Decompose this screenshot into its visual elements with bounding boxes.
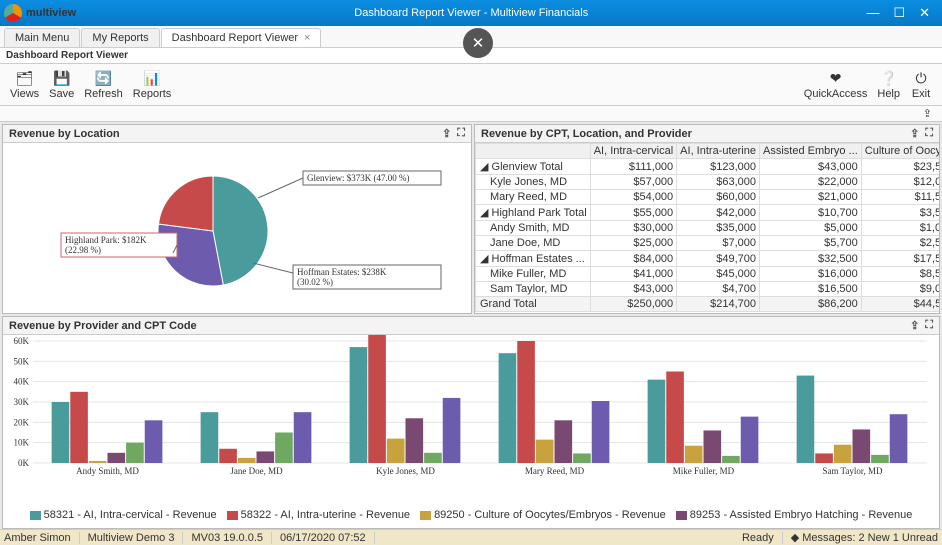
svg-text:(22.98 %): (22.98 %) — [65, 245, 101, 255]
app-logo: multiview — [4, 4, 76, 22]
bar-chart: 0K 10K 20K 30K 40K 50K 60K Andy Smith, MD Jane D… — [3, 335, 939, 528]
svg-text:0K: 0K — [18, 458, 30, 468]
status-messages[interactable]: ◆ Messages: 2 New 1 Unread — [791, 531, 938, 544]
status-ready: Ready — [742, 532, 783, 544]
views-button[interactable]: 🗂Views — [6, 69, 43, 101]
pivot-table[interactable]: AI, Intra-cervicalAI, Intra-uterineAssis… — [475, 143, 939, 313]
svg-text:20K: 20K — [14, 417, 30, 427]
app-name: multiview — [26, 7, 76, 19]
svg-text:Sam Taylor, MD: Sam Taylor, MD — [822, 466, 883, 476]
svg-text:Jane Doe, MD: Jane Doe, MD — [230, 466, 283, 476]
svg-text:50K: 50K — [14, 356, 30, 366]
save-icon: 💾 — [53, 70, 70, 87]
title-bar: multiview Dashboard Report Viewer - Mult… — [0, 0, 942, 26]
svg-text:40K: 40K — [14, 377, 30, 387]
expand-icon[interactable]: ⛶ — [925, 127, 933, 140]
share-row: ⇪ — [0, 106, 942, 122]
heart-icon: ❤ — [830, 70, 842, 87]
help-button[interactable]: ❔Help — [873, 69, 904, 101]
refresh-button[interactable]: 🔄Refresh — [80, 69, 127, 101]
expand-icon[interactable]: ⛶ — [457, 127, 465, 140]
tab-close-icon[interactable]: × — [304, 32, 310, 44]
share-icon[interactable]: ⇪ — [923, 108, 932, 120]
tab-label: Dashboard Report Viewer — [172, 32, 298, 44]
status-bar: Amber Simon Multiview Demo 3 MV03 19.0.0… — [0, 529, 942, 545]
tab-dashboard-report-viewer[interactable]: Dashboard Report Viewer × — [161, 28, 322, 47]
panel-revenue-by-cpt: Revenue by CPT, Location, and Provider ⇪ ⛶… — [474, 124, 940, 314]
status-messages-text: Messages: 2 New 1 Unread — [802, 532, 938, 544]
tab-label: Main Menu — [15, 32, 69, 44]
export-icon[interactable]: ⇪ — [442, 127, 451, 140]
close-button[interactable]: ✕ — [919, 5, 930, 21]
logo-icon — [4, 4, 22, 22]
toolbar-label: Reports — [133, 88, 172, 100]
help-icon: ❔ — [880, 70, 897, 87]
svg-text:30K: 30K — [14, 397, 30, 407]
svg-text:Kyle Jones, MD: Kyle Jones, MD — [376, 466, 435, 476]
refresh-icon: 🔄 — [95, 70, 112, 87]
svg-text:10K: 10K — [14, 438, 30, 448]
toolbar-label: Exit — [912, 88, 930, 100]
export-icon[interactable]: ⇪ — [910, 127, 919, 140]
svg-text:Andy Smith, MD: Andy Smith, MD — [76, 466, 139, 476]
tab-my-reports[interactable]: My Reports — [81, 28, 159, 47]
window-buttons: — ☐ ✕ — [866, 5, 938, 21]
svg-text:Hoffman Estates: $238K: Hoffman Estates: $238K — [297, 267, 387, 277]
status-date: 06/17/2020 07:52 — [280, 532, 375, 544]
svg-text:Mike Fuller, MD: Mike Fuller, MD — [673, 466, 735, 476]
reports-icon: 📊 — [143, 70, 160, 87]
maximize-button[interactable]: ☐ — [893, 5, 905, 21]
toolbar-label: Views — [10, 88, 39, 100]
panel-revenue-by-location: Revenue by Location ⇪ ⛶ Glenview: $373K (4… — [2, 124, 472, 314]
toolbar-label: Help — [877, 88, 900, 100]
exit-button[interactable]: ⏻Exit — [906, 69, 936, 101]
panel-revenue-by-provider: Revenue by Provider and CPT Code ⇪ ⛶ 0K 10K… — [2, 316, 940, 529]
window-title: Dashboard Report Viewer - Multiview Fina… — [76, 7, 866, 19]
pie-chart: Glenview: $373K (47.00 %) Hoffman Estates… — [3, 143, 471, 313]
quickaccess-button[interactable]: ❤QuickAccess — [800, 69, 872, 101]
toolbar-label: Save — [49, 88, 74, 100]
views-icon: 🗂 — [16, 70, 34, 87]
svg-text:Glenview: $373K (47.00 %): Glenview: $373K (47.00 %) — [307, 173, 409, 183]
reports-button[interactable]: 📊Reports — [129, 69, 176, 101]
svg-text:60K: 60K — [14, 336, 30, 346]
expand-icon[interactable]: ⛶ — [925, 319, 933, 332]
status-env: Multiview Demo 3 — [88, 532, 184, 544]
svg-text:Mary Reed, MD: Mary Reed, MD — [525, 466, 585, 476]
minimize-button[interactable]: — — [866, 5, 879, 21]
panel-title: Revenue by Location — [9, 128, 120, 140]
svg-text:(30.02 %): (30.02 %) — [297, 277, 333, 287]
export-icon[interactable]: ⇪ — [910, 319, 919, 332]
toolbar: 🗂Views 💾Save 🔄Refresh 📊Reports ❤QuickAcc… — [0, 64, 942, 106]
tab-label: My Reports — [92, 32, 148, 44]
tab-main-menu[interactable]: Main Menu — [4, 28, 80, 47]
toolbar-label: Refresh — [84, 88, 123, 100]
svg-text:Highland Park: $182K: Highland Park: $182K — [65, 235, 147, 245]
exit-icon: ⏻ — [915, 70, 926, 87]
status-version: MV03 19.0.0.5 — [191, 532, 272, 544]
save-button[interactable]: 💾Save — [45, 69, 78, 101]
status-user: Amber Simon — [4, 532, 80, 544]
panel-title: Revenue by CPT, Location, and Provider — [481, 128, 692, 140]
overlay-close-button[interactable]: ✕ — [463, 28, 493, 58]
toolbar-label: QuickAccess — [804, 88, 868, 100]
panel-title: Revenue by Provider and CPT Code — [9, 320, 197, 332]
